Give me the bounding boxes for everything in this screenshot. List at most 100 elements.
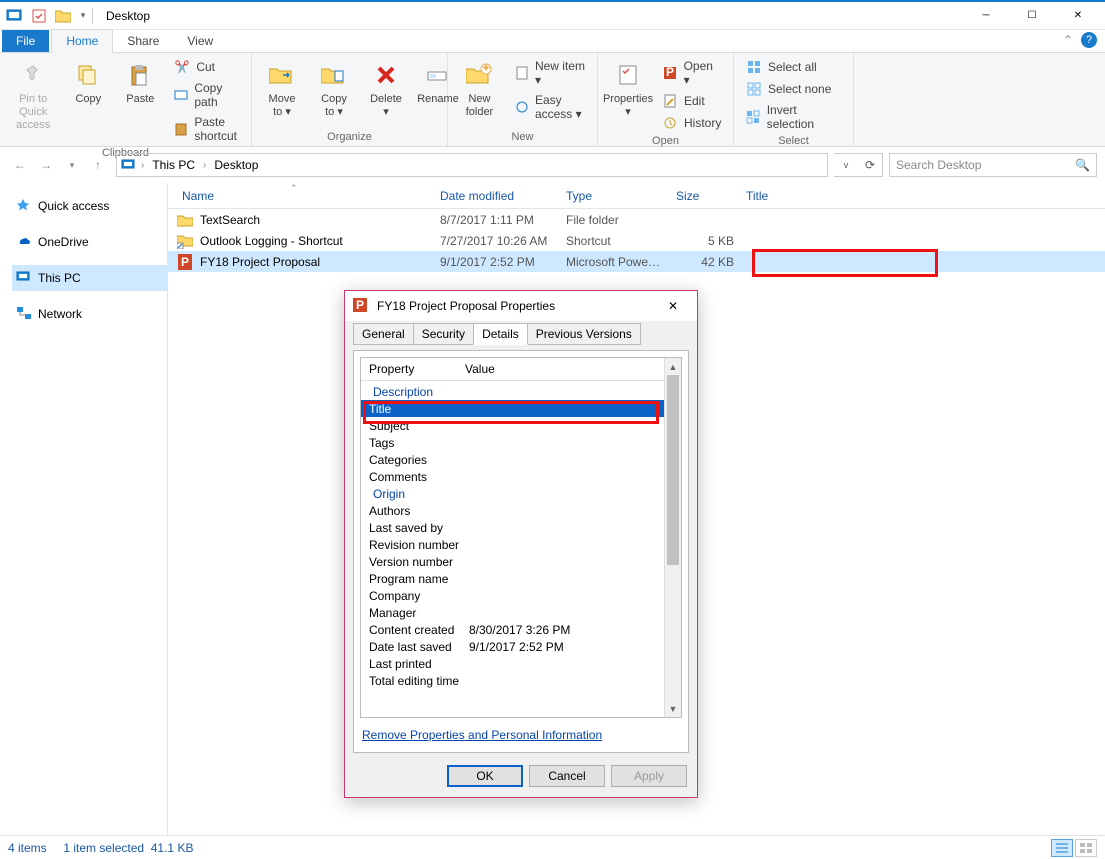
property-row[interactable]: Total editing time	[361, 672, 681, 689]
maximize-button[interactable]: ☐	[1009, 1, 1055, 31]
up-button[interactable]: ↑	[86, 153, 110, 177]
scroll-up-icon[interactable]: ▲	[665, 358, 681, 375]
forward-button[interactable]: →	[34, 153, 58, 177]
property-value[interactable]: 8/30/2017 3:26 PM	[469, 623, 673, 637]
scroll-down-icon[interactable]: ▼	[665, 700, 681, 717]
history-button[interactable]: History	[656, 113, 727, 133]
property-row[interactable]: Revision number	[361, 536, 681, 553]
property-row[interactable]: Authors	[361, 502, 681, 519]
tab-previous-versions[interactable]: Previous Versions	[527, 323, 641, 345]
col-date[interactable]: Date modified	[434, 185, 560, 207]
invert-selection-button[interactable]: Invert selection	[740, 101, 847, 133]
property-row[interactable]: Categories	[361, 451, 681, 468]
header-property[interactable]: Property	[361, 358, 457, 380]
delete-button[interactable]: Delete ▾	[362, 55, 410, 123]
cancel-button[interactable]: Cancel	[529, 765, 605, 787]
move-to-button[interactable]: Move to ▾	[258, 55, 306, 123]
edit-button[interactable]: Edit	[656, 91, 727, 111]
cut-button[interactable]: ✂️Cut	[168, 57, 245, 77]
property-row[interactable]: Tags	[361, 434, 681, 451]
help-icon[interactable]: ?	[1081, 32, 1097, 48]
address-bar[interactable]: › This PC › Desktop	[116, 153, 828, 177]
easy-access-button[interactable]: Easy access ▾	[509, 91, 591, 123]
property-row[interactable]: Last printed	[361, 655, 681, 672]
minimize-button[interactable]: ─	[963, 1, 1009, 31]
paste-shortcut-button[interactable]: Paste shortcut	[168, 113, 245, 145]
properties-button[interactable]: Properties ▾	[604, 55, 652, 123]
qat-overflow-icon[interactable]: ▾	[76, 5, 90, 27]
chevron-right-icon[interactable]: ›	[203, 160, 206, 171]
collapse-ribbon-icon[interactable]: ⌃	[1063, 33, 1073, 47]
col-type[interactable]: Type	[560, 185, 670, 207]
vertical-scrollbar[interactable]: ▲ ▼	[664, 358, 681, 717]
new-folder-icon: ✦	[463, 59, 495, 91]
dialog-close-button[interactable]: ✕	[657, 294, 689, 318]
scrollbar-thumb[interactable]	[667, 375, 679, 565]
property-row[interactable]: Date last saved9/1/2017 2:52 PM	[361, 638, 681, 655]
apply-button[interactable]: Apply	[611, 765, 687, 787]
tab-home[interactable]: Home	[51, 29, 113, 53]
close-button[interactable]: ✕	[1055, 1, 1101, 31]
property-row[interactable]: Company	[361, 587, 681, 604]
paste-button[interactable]: Paste	[116, 55, 164, 110]
tab-view[interactable]: View	[173, 30, 227, 52]
breadcrumb-thispc[interactable]: This PC	[148, 156, 199, 174]
property-section: Origin	[361, 485, 681, 502]
sidebar-item-quick-access[interactable]: Quick access	[12, 193, 167, 219]
property-row[interactable]: Comments	[361, 468, 681, 485]
property-row[interactable]: Version number	[361, 553, 681, 570]
property-key: Categories	[369, 453, 469, 467]
property-row[interactable]: Subject	[361, 417, 681, 434]
recent-locations-button[interactable]: ▾	[60, 153, 84, 177]
search-placeholder: Search Desktop	[896, 158, 981, 172]
group-new-label: New	[448, 129, 597, 146]
tab-details[interactable]: Details	[473, 323, 528, 345]
sidebar-item-network[interactable]: Network	[12, 301, 167, 327]
open-button[interactable]: POpen ▾	[656, 57, 727, 89]
chevron-right-icon[interactable]: ›	[141, 160, 144, 171]
property-row[interactable]: Program name	[361, 570, 681, 587]
view-details-button[interactable]	[1051, 839, 1073, 857]
property-value[interactable]: 9/1/2017 2:52 PM	[469, 640, 673, 654]
copy-to-button[interactable]: Copy to ▾	[310, 55, 358, 123]
pin-to-quick-access-button[interactable]: Pin to Quick access	[6, 55, 60, 136]
select-none-button[interactable]: Select none	[740, 79, 847, 99]
history-icon	[662, 115, 678, 131]
ok-button[interactable]: OK	[447, 765, 523, 787]
remove-properties-link[interactable]: Remove Properties and Personal Informati…	[360, 718, 682, 746]
new-item-button[interactable]: New item ▾	[509, 57, 591, 89]
new-folder-button[interactable]: ✦ New folder	[454, 55, 505, 123]
header-value[interactable]: Value	[457, 358, 681, 380]
copy-button[interactable]: Copy	[64, 55, 112, 110]
copy-path-button[interactable]: Copy path	[168, 79, 245, 111]
tab-general[interactable]: General	[353, 323, 414, 345]
star-icon	[16, 198, 32, 214]
property-key: Program name	[369, 572, 469, 586]
property-row[interactable]: Title	[361, 400, 681, 417]
property-row[interactable]: Last saved by	[361, 519, 681, 536]
col-name[interactable]: Name	[176, 185, 434, 207]
ppt-icon: P	[176, 254, 194, 270]
refresh-button[interactable]: ⟳	[858, 154, 882, 176]
sidebar-item-thispc[interactable]: This PC	[12, 265, 167, 291]
table-row[interactable]: TextSearch8/7/2017 1:11 PMFile folder	[168, 209, 1105, 230]
search-input[interactable]: Search Desktop 🔍	[889, 153, 1097, 177]
breadcrumb-desktop[interactable]: Desktop	[210, 156, 262, 174]
property-row[interactable]: Manager	[361, 604, 681, 621]
sidebar-item-onedrive[interactable]: OneDrive	[12, 229, 167, 255]
qat-properties-icon[interactable]	[28, 5, 50, 27]
table-row[interactable]: Outlook Logging - Shortcut7/27/2017 10:2…	[168, 230, 1105, 251]
table-row[interactable]: PFY18 Project Proposal9/1/2017 2:52 PMMi…	[168, 251, 1105, 272]
select-all-button[interactable]: Select all	[740, 57, 847, 77]
view-large-icons-button[interactable]	[1075, 839, 1097, 857]
col-size[interactable]: Size	[670, 185, 740, 207]
address-dropdown-button[interactable]: v	[834, 154, 858, 176]
col-title[interactable]: Title	[740, 185, 930, 207]
property-key: Version number	[369, 555, 469, 569]
property-row[interactable]: Content created8/30/2017 3:26 PM	[361, 621, 681, 638]
dialog-titlebar[interactable]: P FY18 Project Proposal Properties ✕	[345, 291, 697, 321]
tab-security[interactable]: Security	[413, 323, 474, 345]
back-button[interactable]: ←	[8, 153, 32, 177]
tab-share[interactable]: Share	[113, 30, 173, 52]
tab-file[interactable]: File	[2, 30, 49, 52]
